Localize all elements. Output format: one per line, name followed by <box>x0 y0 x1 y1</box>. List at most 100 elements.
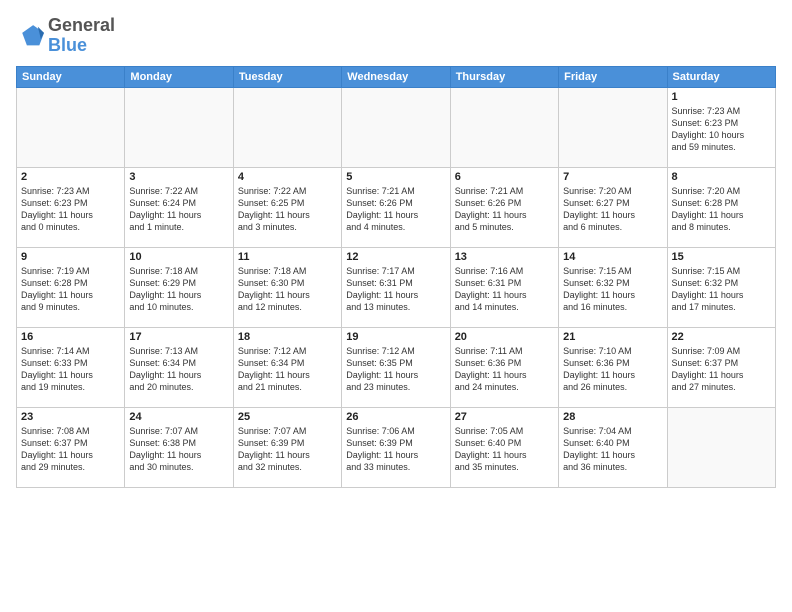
day-number: 6 <box>455 171 554 183</box>
day-number: 9 <box>21 251 120 263</box>
day-info: Sunrise: 7:07 AM Sunset: 6:38 PM Dayligh… <box>129 425 228 474</box>
calendar-cell: 14Sunrise: 7:15 AM Sunset: 6:32 PM Dayli… <box>559 247 667 327</box>
calendar-cell: 1 Sunrise: 7:23 AM Sunset: 6:23 PM Daylig… <box>667 87 775 167</box>
day-info: Sunrise: 7:19 AM Sunset: 6:28 PM Dayligh… <box>21 265 120 314</box>
calendar-cell <box>667 407 775 487</box>
day-info: Sunrise: 7:21 AM Sunset: 6:26 PM Dayligh… <box>346 185 445 234</box>
calendar-cell: 8 Sunrise: 7:20 AM Sunset: 6:28 PM Daylig… <box>667 167 775 247</box>
calendar-cell: 13 Sunrise: 7:16 AM Sunset: 6:31 PM Dayli… <box>450 247 558 327</box>
calendar-cell: 10 Sunrise: 7:18 AM Sunset: 6:29 PM Dayli… <box>125 247 233 327</box>
day-info: Sunrise: 7:07 AM Sunset: 6:39 PM Dayligh… <box>238 425 337 474</box>
day-number: 24 <box>129 411 228 423</box>
day-number: 8 <box>672 171 771 183</box>
calendar-cell: 27Sunrise: 7:05 AM Sunset: 6:40 PM Dayli… <box>450 407 558 487</box>
calendar-week-0: 1 Sunrise: 7:23 AM Sunset: 6:23 PM Daylig… <box>17 87 776 167</box>
day-number: 18 <box>238 331 337 343</box>
day-info: Sunrise: 7:20 AM Sunset: 6:28 PM Dayligh… <box>672 185 771 234</box>
calendar-cell: 9 Sunrise: 7:19 AM Sunset: 6:28 PM Daylig… <box>17 247 125 327</box>
day-number: 2 <box>21 171 120 183</box>
calendar-cell: 5 Sunrise: 7:21 AM Sunset: 6:26 PM Daylig… <box>342 167 450 247</box>
weekday-header-monday: Monday <box>125 66 233 87</box>
day-info: Sunrise: 7:18 AM Sunset: 6:29 PM Dayligh… <box>129 265 228 314</box>
weekday-header-saturday: Saturday <box>667 66 775 87</box>
day-info: Sunrise: 7:11 AM Sunset: 6:36 PM Dayligh… <box>455 345 554 394</box>
day-number: 28 <box>563 411 662 423</box>
weekday-header-wednesday: Wednesday <box>342 66 450 87</box>
calendar-table: SundayMondayTuesdayWednesdayThursdayFrid… <box>16 66 776 488</box>
day-number: 11 <box>238 251 337 263</box>
calendar-cell <box>17 87 125 167</box>
calendar-cell <box>233 87 341 167</box>
day-number: 16 <box>21 331 120 343</box>
day-number: 3 <box>129 171 228 183</box>
weekday-header-sunday: Sunday <box>17 66 125 87</box>
calendar-cell: 22Sunrise: 7:09 AM Sunset: 6:37 PM Dayli… <box>667 327 775 407</box>
day-number: 20 <box>455 331 554 343</box>
day-number: 19 <box>346 331 445 343</box>
day-number: 1 <box>672 91 771 103</box>
calendar-cell: 17 Sunrise: 7:13 AM Sunset: 6:34 PM Dayli… <box>125 327 233 407</box>
calendar-cell: 2Sunrise: 7:23 AM Sunset: 6:23 PM Daylig… <box>17 167 125 247</box>
calendar-week-1: 2Sunrise: 7:23 AM Sunset: 6:23 PM Daylig… <box>17 167 776 247</box>
calendar-cell <box>342 87 450 167</box>
calendar-cell: 18 Sunrise: 7:12 AM Sunset: 6:34 PM Dayli… <box>233 327 341 407</box>
calendar-cell: 11 Sunrise: 7:18 AM Sunset: 6:30 PM Dayli… <box>233 247 341 327</box>
logo: General Blue <box>16 16 115 56</box>
day-info: Sunrise: 7:12 AM Sunset: 6:35 PM Dayligh… <box>346 345 445 394</box>
day-number: 10 <box>129 251 228 263</box>
day-info: Sunrise: 7:17 AM Sunset: 6:31 PM Dayligh… <box>346 265 445 314</box>
day-number: 4 <box>238 171 337 183</box>
calendar-cell: 7 Sunrise: 7:20 AM Sunset: 6:27 PM Daylig… <box>559 167 667 247</box>
day-number: 17 <box>129 331 228 343</box>
calendar-cell: 3 Sunrise: 7:22 AM Sunset: 6:24 PM Daylig… <box>125 167 233 247</box>
calendar-cell: 26 Sunrise: 7:06 AM Sunset: 6:39 PM Dayli… <box>342 407 450 487</box>
day-info: Sunrise: 7:06 AM Sunset: 6:39 PM Dayligh… <box>346 425 445 474</box>
calendar-cell: 4 Sunrise: 7:22 AM Sunset: 6:25 PM Daylig… <box>233 167 341 247</box>
weekday-header-friday: Friday <box>559 66 667 87</box>
day-number: 7 <box>563 171 662 183</box>
page: General Blue SundayMondayTuesdayWednesda… <box>0 0 792 612</box>
header: General Blue <box>16 16 776 56</box>
calendar-cell <box>450 87 558 167</box>
day-number: 25 <box>238 411 337 423</box>
day-info: Sunrise: 7:18 AM Sunset: 6:30 PM Dayligh… <box>238 265 337 314</box>
day-info: Sunrise: 7:10 AM Sunset: 6:36 PM Dayligh… <box>563 345 662 394</box>
calendar-cell: 21Sunrise: 7:10 AM Sunset: 6:36 PM Dayli… <box>559 327 667 407</box>
day-number: 26 <box>346 411 445 423</box>
day-number: 15 <box>672 251 771 263</box>
day-info: Sunrise: 7:20 AM Sunset: 6:27 PM Dayligh… <box>563 185 662 234</box>
day-number: 23 <box>21 411 120 423</box>
day-info: Sunrise: 7:12 AM Sunset: 6:34 PM Dayligh… <box>238 345 337 394</box>
day-number: 22 <box>672 331 771 343</box>
day-number: 14 <box>563 251 662 263</box>
weekday-header-tuesday: Tuesday <box>233 66 341 87</box>
calendar-week-2: 9 Sunrise: 7:19 AM Sunset: 6:28 PM Daylig… <box>17 247 776 327</box>
calendar-cell <box>125 87 233 167</box>
calendar-cell: 28Sunrise: 7:04 AM Sunset: 6:40 PM Dayli… <box>559 407 667 487</box>
day-info: Sunrise: 7:23 AM Sunset: 6:23 PM Dayligh… <box>672 105 771 154</box>
day-info: Sunrise: 7:22 AM Sunset: 6:25 PM Dayligh… <box>238 185 337 234</box>
calendar-cell: 25 Sunrise: 7:07 AM Sunset: 6:39 PM Dayli… <box>233 407 341 487</box>
logo-icon <box>16 22 44 50</box>
day-number: 27 <box>455 411 554 423</box>
day-info: Sunrise: 7:15 AM Sunset: 6:32 PM Dayligh… <box>672 265 771 314</box>
calendar-cell: 19 Sunrise: 7:12 AM Sunset: 6:35 PM Dayli… <box>342 327 450 407</box>
day-number: 5 <box>346 171 445 183</box>
calendar-cell: 24 Sunrise: 7:07 AM Sunset: 6:38 PM Dayli… <box>125 407 233 487</box>
day-number: 13 <box>455 251 554 263</box>
calendar-cell: 6 Sunrise: 7:21 AM Sunset: 6:26 PM Daylig… <box>450 167 558 247</box>
calendar-cell: 23Sunrise: 7:08 AM Sunset: 6:37 PM Dayli… <box>17 407 125 487</box>
day-number: 12 <box>346 251 445 263</box>
calendar-cell: 16 Sunrise: 7:14 AM Sunset: 6:33 PM Dayli… <box>17 327 125 407</box>
day-info: Sunrise: 7:16 AM Sunset: 6:31 PM Dayligh… <box>455 265 554 314</box>
calendar-week-4: 23Sunrise: 7:08 AM Sunset: 6:37 PM Dayli… <box>17 407 776 487</box>
calendar-cell <box>559 87 667 167</box>
day-info: Sunrise: 7:14 AM Sunset: 6:33 PM Dayligh… <box>21 345 120 394</box>
calendar-week-3: 16 Sunrise: 7:14 AM Sunset: 6:33 PM Dayli… <box>17 327 776 407</box>
calendar-cell: 15 Sunrise: 7:15 AM Sunset: 6:32 PM Dayli… <box>667 247 775 327</box>
day-info: Sunrise: 7:22 AM Sunset: 6:24 PM Dayligh… <box>129 185 228 234</box>
day-info: Sunrise: 7:13 AM Sunset: 6:34 PM Dayligh… <box>129 345 228 394</box>
calendar-cell: 12 Sunrise: 7:17 AM Sunset: 6:31 PM Dayli… <box>342 247 450 327</box>
day-info: Sunrise: 7:21 AM Sunset: 6:26 PM Dayligh… <box>455 185 554 234</box>
calendar-cell: 20 Sunrise: 7:11 AM Sunset: 6:36 PM Dayli… <box>450 327 558 407</box>
